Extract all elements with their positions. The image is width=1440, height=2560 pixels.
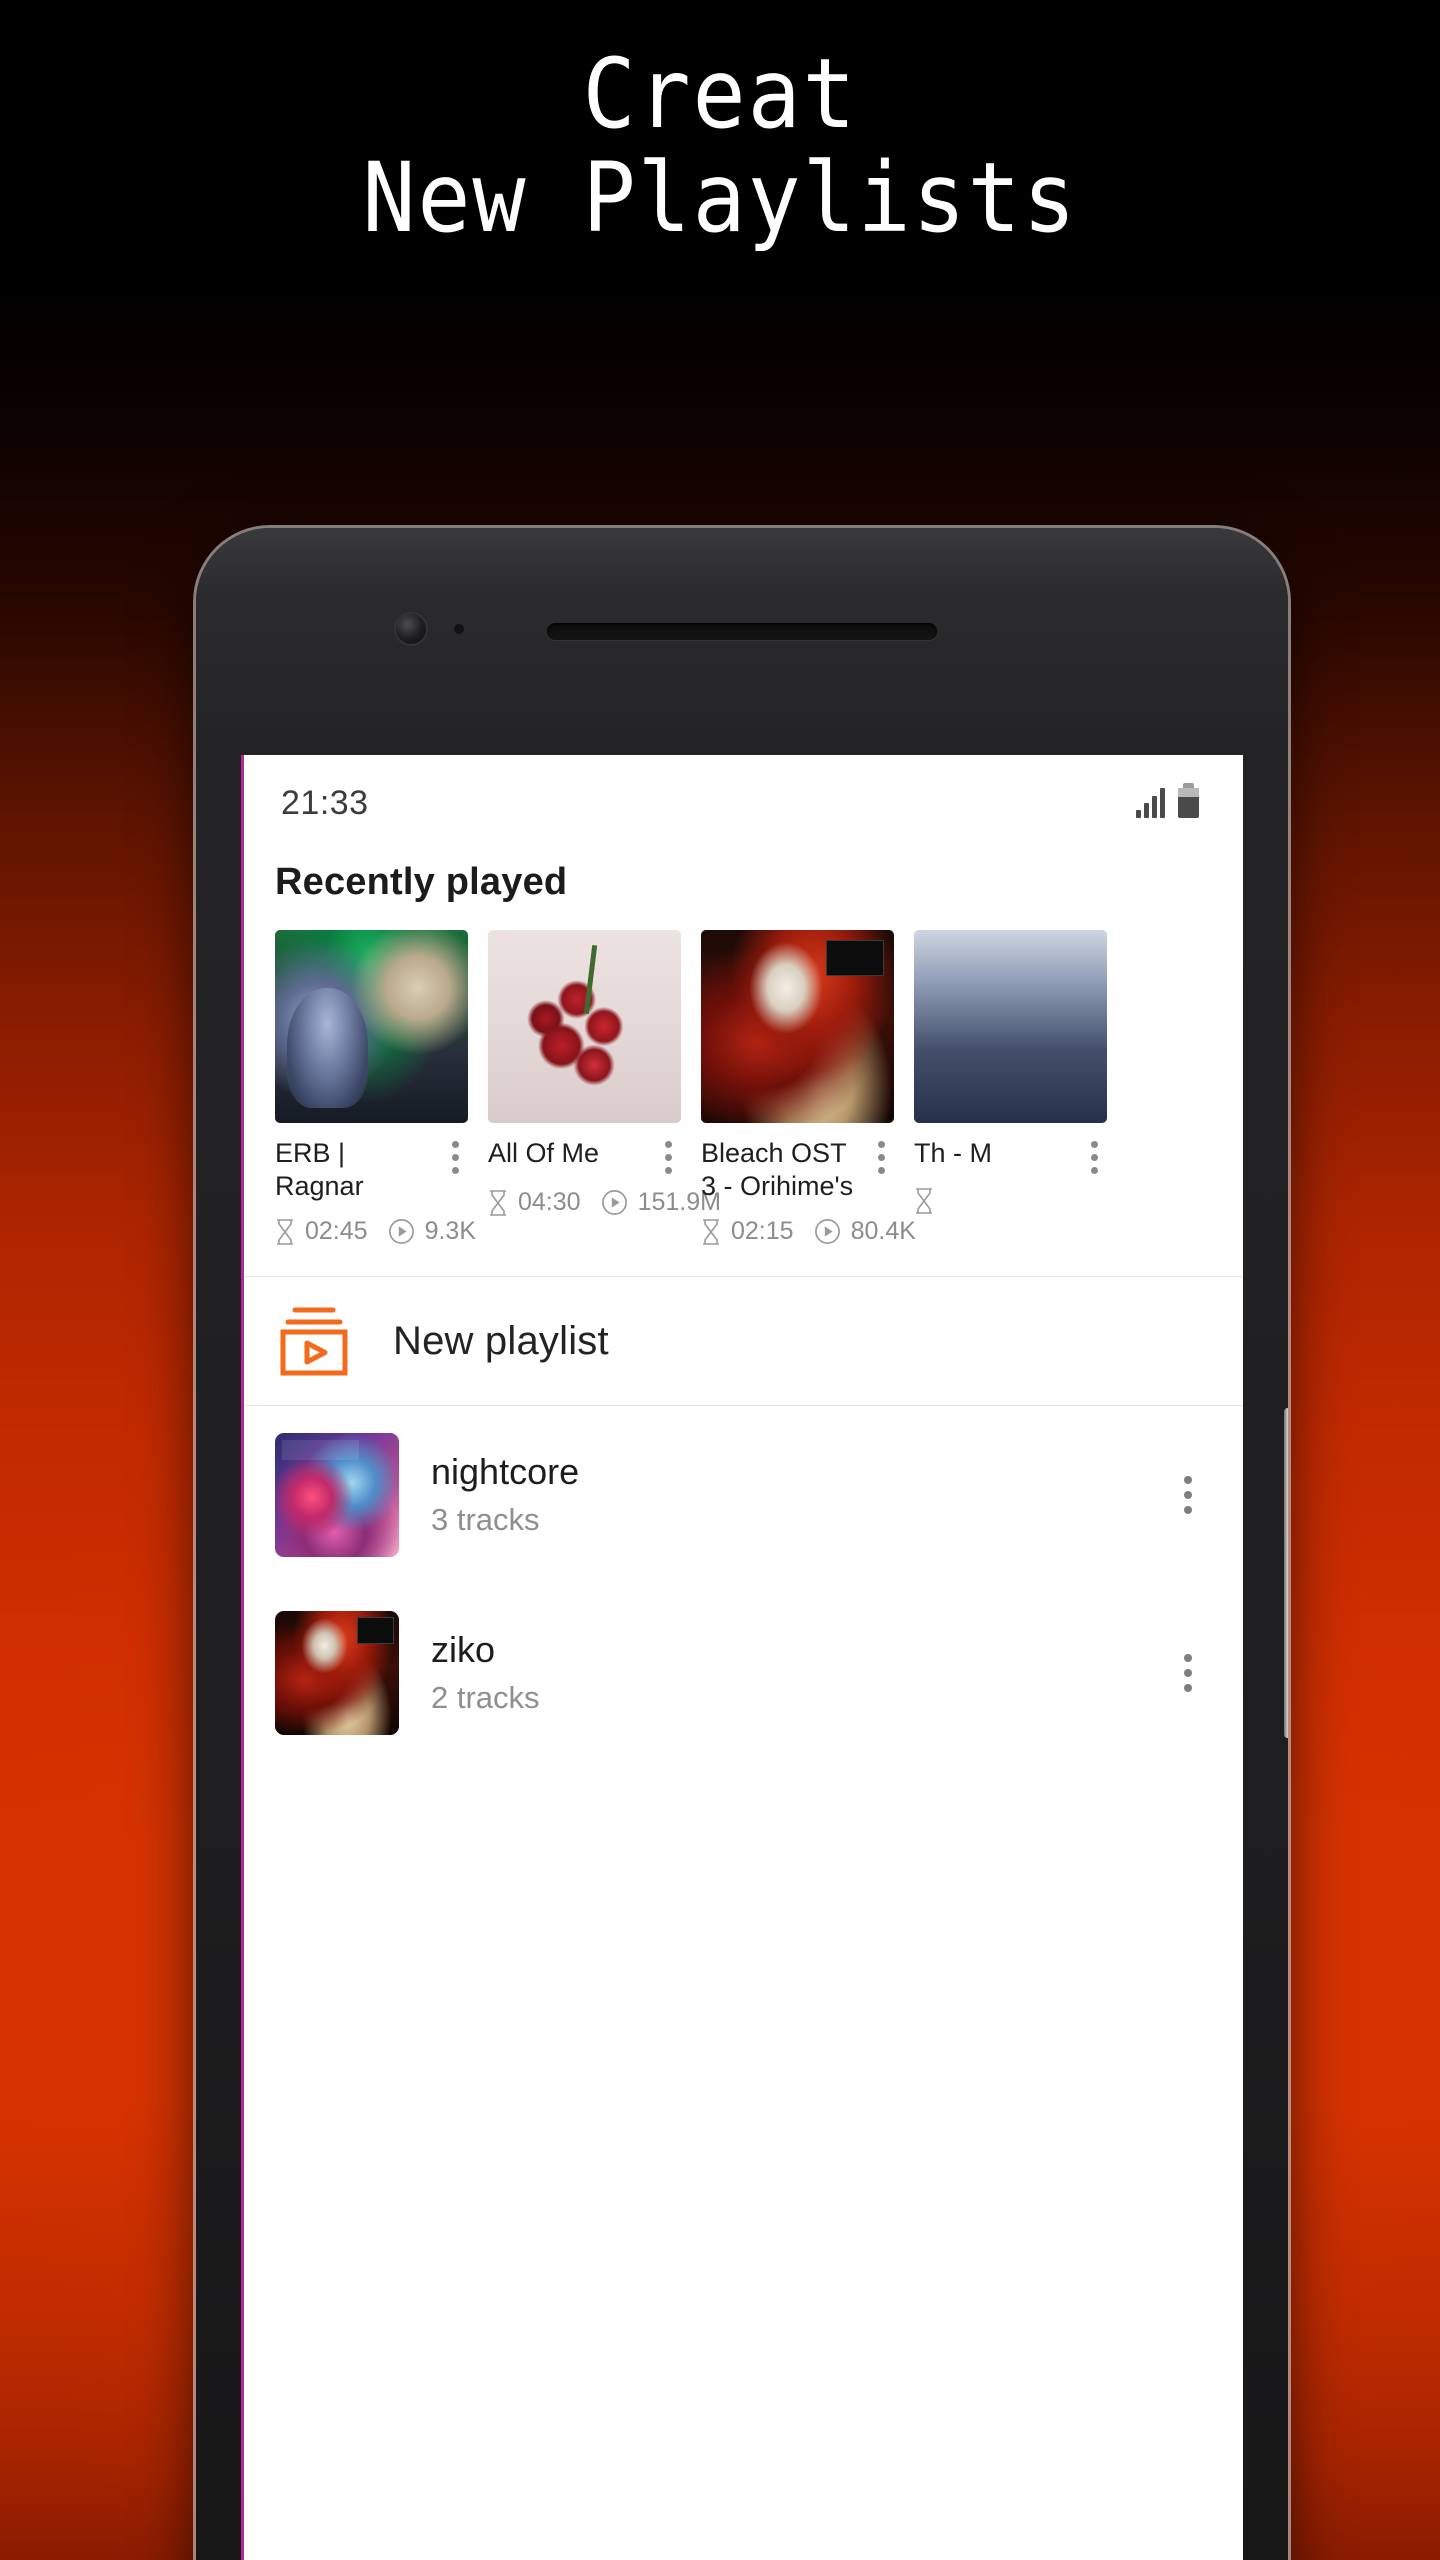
hourglass-icon — [916, 1188, 932, 1214]
track-title: ERB | Ragnar Lodbrok vs R... — [275, 1138, 364, 1201]
track-thumbnail[interactable] — [914, 930, 1107, 1123]
promo-headline: Creat New Playlists — [58, 42, 1383, 250]
status-bar: 21:33 — [241, 755, 1243, 851]
playlist-name: ziko — [431, 1629, 496, 1670]
track-meta: Bleach OST 3 - Orihime's Lin... — [701, 1123, 894, 1203]
hourglass-icon — [490, 1189, 506, 1216]
thumbnail-artwork — [275, 1611, 399, 1735]
kebab-menu-icon[interactable] — [1081, 1137, 1107, 1174]
phone-mockup: 21:33 Recently played ERB | Ragnar Lodbr… — [196, 528, 1288, 2560]
thumbnail-artwork — [275, 930, 468, 1123]
thumbnail-artwork — [488, 930, 681, 1123]
kebab-menu-icon[interactable] — [1173, 1654, 1203, 1692]
track-stats: 04:30 151.9M — [488, 1174, 721, 1217]
kebab-menu-icon[interactable] — [442, 1137, 468, 1203]
recently-played-list[interactable]: ERB | Ragnar Lodbrok vs R... 02:45 — [241, 904, 1243, 1246]
phone-earpiece — [547, 623, 937, 640]
track-views-group: 80.4K — [814, 1217, 916, 1246]
new-playlist-label: New playlist — [393, 1318, 609, 1363]
signal-bars-icon — [1136, 788, 1165, 818]
playlist-name: nightcore — [431, 1451, 580, 1492]
track-duration-group: 02:15 — [701, 1217, 794, 1246]
list-item[interactable]: nightcore 3 tracks — [241, 1406, 1243, 1584]
track-meta: Th - M — [914, 1123, 1107, 1174]
screen-left-edge — [241, 755, 244, 2560]
recently-played-title: Recently played — [275, 861, 568, 903]
track-duration-group — [914, 1188, 944, 1214]
battery-icon — [1178, 783, 1199, 818]
track-duration-label: 02:45 — [305, 1217, 368, 1245]
thumbnail-artwork — [914, 930, 1107, 1123]
playlist-text: ziko 2 tracks — [399, 1627, 1173, 1719]
front-camera-icon — [396, 614, 426, 644]
thumbnail-artwork — [275, 1433, 399, 1557]
track-meta: All Of Me — [488, 1123, 681, 1174]
playlist-text: nightcore 3 tracks — [399, 1449, 1173, 1541]
track-title: Th - M — [914, 1138, 992, 1168]
promo-headline-line-1: Creat — [582, 38, 858, 150]
hourglass-icon — [703, 1218, 719, 1245]
recently-played-card[interactable]: All Of Me 04:30 151.9M — [488, 930, 721, 1246]
playlist-track-count: 2 tracks — [431, 1680, 540, 1715]
track-thumbnail[interactable] — [488, 930, 681, 1123]
track-thumbnail[interactable] — [701, 930, 894, 1123]
kebab-menu-icon[interactable] — [868, 1137, 894, 1203]
list-item[interactable]: ziko 2 tracks — [241, 1584, 1243, 1762]
promo-headline-line-2: New Playlists — [362, 142, 1078, 254]
track-duration-label: 02:15 — [731, 1217, 794, 1245]
kebab-menu-icon[interactable] — [655, 1137, 681, 1174]
track-stats: 02:15 80.4K — [701, 1203, 916, 1246]
new-playlist-button[interactable]: New playlist — [241, 1277, 1243, 1405]
hourglass-icon — [277, 1218, 293, 1245]
track-views-label: 80.4K — [850, 1217, 916, 1245]
play-circle-icon — [601, 1190, 627, 1215]
recently-played-card[interactable]: ERB | Ragnar Lodbrok vs R... 02:45 — [275, 930, 476, 1246]
track-duration-label: 04:30 — [518, 1188, 581, 1216]
track-title: All Of Me — [488, 1138, 600, 1168]
recently-played-card[interactable]: Bleach OST 3 - Orihime's Lin... 02:15 — [701, 930, 916, 1246]
track-title: Bleach OST 3 - Orihime's Lin... — [701, 1138, 854, 1201]
track-duration-group: 04:30 — [488, 1188, 581, 1217]
playlist-track-count: 3 tracks — [431, 1502, 540, 1537]
status-bar-clock: 21:33 — [281, 783, 369, 822]
recently-played-card[interactable]: Th - M — [914, 930, 1107, 1246]
track-views-group: 9.3K — [388, 1217, 476, 1246]
track-stats: 02:45 9.3K — [275, 1203, 476, 1246]
status-bar-icons — [1136, 783, 1199, 818]
kebab-menu-icon[interactable] — [1173, 1476, 1203, 1514]
phone-screen: 21:33 Recently played ERB | Ragnar Lodbr… — [241, 755, 1243, 2560]
phone-power-button[interactable] — [1284, 1408, 1288, 1738]
thumbnail-artwork — [701, 930, 894, 1123]
play-circle-icon — [388, 1219, 414, 1244]
new-playlist-icon — [275, 1305, 353, 1377]
track-stats — [914, 1174, 1107, 1214]
playlist-thumbnail[interactable] — [275, 1611, 399, 1735]
play-circle-icon — [814, 1219, 840, 1244]
track-thumbnail[interactable] — [275, 930, 468, 1123]
playlist-thumbnail[interactable] — [275, 1433, 399, 1557]
track-views-label: 9.3K — [424, 1217, 476, 1245]
track-meta: ERB | Ragnar Lodbrok vs R... — [275, 1123, 468, 1203]
track-duration-group: 02:45 — [275, 1217, 368, 1246]
proximity-sensor-icon — [454, 624, 464, 634]
